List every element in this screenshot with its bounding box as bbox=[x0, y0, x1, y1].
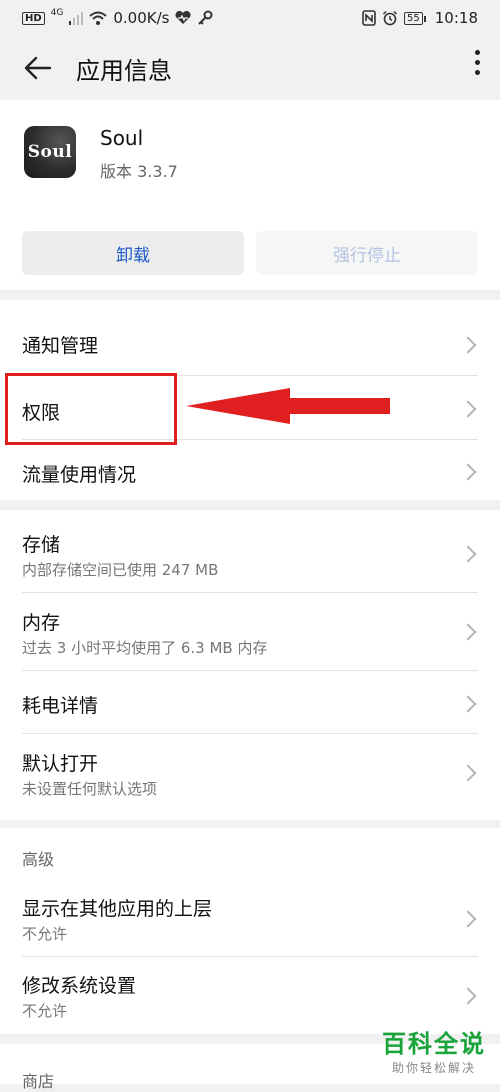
watermark-tagline: 助你轻松解决 bbox=[391, 1061, 476, 1075]
list-item-label: 存储 bbox=[22, 534, 61, 556]
app-name: Soul bbox=[100, 126, 144, 150]
status-bar: HD 4G 0.00K/s 55 10:18 bbox=[0, 0, 500, 36]
list-item-label: 显示在其他应用的上层 bbox=[22, 898, 213, 920]
list-item-label: 内存 bbox=[22, 612, 61, 634]
health-icon bbox=[175, 11, 191, 25]
app-info-card: Soul Soul 版本 3.3.7 卸载 强行停止 bbox=[0, 100, 500, 290]
page-title: 应用信息 bbox=[76, 56, 172, 85]
list-item-notification-management[interactable]: 通知管理 bbox=[0, 300, 500, 375]
list-item-label: 耗电详情 bbox=[22, 695, 99, 717]
list-item-label: 通知管理 bbox=[22, 335, 99, 357]
section-header-advanced: 高级 bbox=[22, 850, 55, 869]
settings-group-advanced: 高级 显示在其他应用的上层 不允许 修改系统设置 不允许 bbox=[0, 828, 500, 1034]
list-item-subtitle: 不允许 bbox=[22, 925, 68, 943]
list-item-memory[interactable]: 内存 过去 3 小时平均使用了 6.3 MB 内存 bbox=[0, 593, 500, 670]
list-item-subtitle: 过去 3 小时平均使用了 6.3 MB 内存 bbox=[22, 639, 268, 657]
section-header-store: 商店 bbox=[22, 1072, 55, 1091]
app-bar: 应用信息 bbox=[0, 36, 500, 100]
annotation-highlight-box bbox=[5, 373, 177, 445]
list-item-data-usage[interactable]: 流量使用情况 bbox=[0, 440, 500, 500]
chevron-right-icon bbox=[459, 623, 477, 641]
list-item-label: 修改系统设置 bbox=[22, 975, 137, 997]
watermark-logo-text: 百科全说 bbox=[382, 1030, 486, 1058]
hd-badge: HD bbox=[22, 11, 45, 25]
arrow-left-icon bbox=[24, 56, 52, 80]
network-type: 4G bbox=[50, 8, 64, 18]
list-item-label: 流量使用情况 bbox=[22, 464, 137, 486]
chevron-right-icon bbox=[459, 910, 477, 928]
battery-icon: 55 bbox=[404, 11, 426, 25]
chevron-right-icon bbox=[459, 695, 477, 713]
list-item-subtitle: 内部存储空间已使用 247 MB bbox=[22, 561, 219, 579]
settings-group-2: 存储 内部存储空间已使用 247 MB 内存 过去 3 小时平均使用了 6.3 … bbox=[0, 510, 500, 820]
annotation-arrow-icon bbox=[186, 388, 390, 424]
key-icon bbox=[197, 10, 213, 26]
list-item-open-by-default[interactable]: 默认打开 未设置任何默认选项 bbox=[0, 734, 500, 820]
list-item-subtitle: 不允许 bbox=[22, 1002, 68, 1020]
force-stop-button[interactable]: 强行停止 bbox=[256, 231, 478, 275]
back-button[interactable] bbox=[18, 48, 58, 88]
app-icon-logo-text: Soul bbox=[27, 142, 73, 162]
app-version: 版本 3.3.7 bbox=[100, 162, 178, 181]
nfc-icon bbox=[362, 10, 376, 26]
list-item-battery-details[interactable]: 耗电详情 bbox=[0, 671, 500, 733]
list-item-display-over-other-apps[interactable]: 显示在其他应用的上层 不允许 bbox=[0, 878, 500, 956]
chevron-right-icon bbox=[459, 545, 477, 563]
chevron-right-icon bbox=[459, 463, 477, 481]
clock: 10:18 bbox=[434, 9, 478, 27]
list-item-subtitle: 未设置任何默认选项 bbox=[22, 780, 158, 798]
chevron-right-icon bbox=[459, 764, 477, 782]
more-vertical-icon bbox=[475, 50, 480, 55]
list-item-storage[interactable]: 存储 内部存储空间已使用 247 MB bbox=[0, 510, 500, 592]
more-options-button[interactable] bbox=[475, 50, 480, 75]
signal-icon bbox=[69, 11, 84, 25]
wifi-icon bbox=[89, 11, 108, 25]
alarm-icon bbox=[382, 10, 398, 26]
list-item-label: 默认打开 bbox=[22, 753, 99, 775]
chevron-right-icon bbox=[459, 987, 477, 1005]
chevron-right-icon bbox=[459, 400, 477, 418]
app-icon: Soul bbox=[24, 126, 76, 178]
uninstall-button[interactable]: 卸载 bbox=[22, 231, 244, 275]
chevron-right-icon bbox=[459, 336, 477, 354]
watermark: 百科全说 助你轻松解决 bbox=[382, 1024, 486, 1076]
list-item-modify-system-settings[interactable]: 修改系统设置 不允许 bbox=[0, 957, 500, 1034]
network-speed: 0.00K/s bbox=[113, 9, 170, 27]
